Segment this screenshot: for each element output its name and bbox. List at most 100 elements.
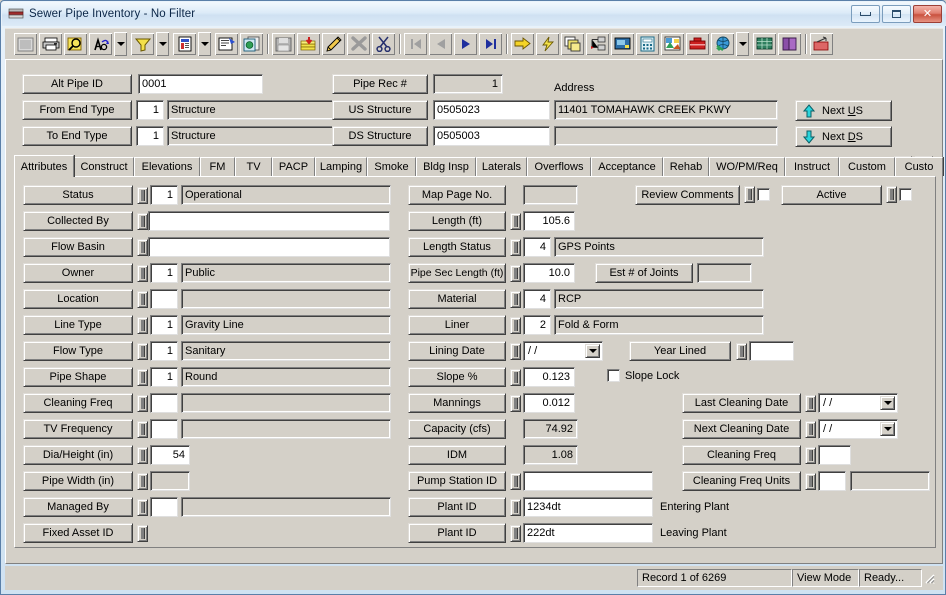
pipe-sec-length-ft-3-button[interactable]: Pipe Sec Length (ft): [408, 263, 506, 283]
ds-structure-button[interactable]: DS Structure: [332, 126, 428, 146]
managed-by-button[interactable]: Managed By: [23, 497, 133, 517]
cleaning-freq-units-spin[interactable]: [805, 473, 816, 490]
edit-pencil-icon[interactable]: [321, 32, 346, 56]
status-button[interactable]: Status: [23, 185, 133, 205]
tab-custo[interactable]: Custo: [895, 157, 943, 176]
toolbox-icon[interactable]: [685, 32, 710, 56]
lightning-icon[interactable]: [535, 32, 560, 56]
copy-record-icon[interactable]: [239, 32, 264, 56]
managed-by-spin[interactable]: [137, 499, 148, 516]
tab-custom[interactable]: Custom: [839, 157, 895, 176]
us-structure-button[interactable]: US Structure: [332, 100, 428, 120]
lining-date-6-combo[interactable]: / /: [523, 341, 603, 361]
map-page-no-0-button[interactable]: Map Page No.: [408, 185, 506, 205]
cleaning-freq-spin[interactable]: [137, 395, 148, 412]
report-dropdown-icon[interactable]: [197, 31, 212, 57]
alt-pipe-id-input[interactable]: 0001: [138, 74, 263, 94]
pipe-sec-length-ft-3-value[interactable]: 10.0: [523, 263, 575, 283]
tab-construct[interactable]: Construct: [74, 157, 134, 176]
cleaning-freq-spin[interactable]: [805, 447, 816, 464]
length-ft-1-button[interactable]: Length (ft): [408, 211, 506, 231]
line-type-button[interactable]: Line Type: [23, 315, 133, 335]
owner-spin[interactable]: [137, 265, 148, 282]
pump-station-id-11-spin[interactable]: [510, 473, 521, 490]
year-lined-value[interactable]: [749, 341, 794, 361]
chevron-down-icon[interactable]: [880, 422, 895, 436]
tab-pacp[interactable]: PACP: [272, 157, 315, 176]
tv-frequency-code[interactable]: [150, 419, 178, 439]
plant-id-13-value[interactable]: 222dt: [523, 523, 653, 543]
tab-bldg-insp[interactable]: Bldg Insp: [416, 157, 476, 176]
active-button[interactable]: Active: [781, 185, 882, 205]
next-cleaning-date-button[interactable]: Next Cleaning Date: [682, 419, 801, 439]
plant-id-12-value[interactable]: 1234dt: [523, 497, 653, 517]
tv-frequency-spin[interactable]: [137, 421, 148, 438]
minimize-button[interactable]: [851, 5, 880, 23]
last-cleaning-date-spin[interactable]: [805, 395, 816, 412]
nav-first-icon[interactable]: [403, 32, 428, 56]
pipe-width-in-button[interactable]: Pipe Width (in): [23, 471, 133, 491]
post-icon[interactable]: [296, 32, 321, 56]
pipe-sec-length-ft-3-spin[interactable]: [510, 265, 521, 282]
collected-by-spin[interactable]: [137, 213, 148, 230]
lining-date-6-spin[interactable]: [510, 343, 521, 360]
location-code[interactable]: [150, 289, 178, 309]
length-ft-1-value[interactable]: 105.6: [523, 211, 575, 231]
delete-x-icon[interactable]: [346, 32, 371, 56]
alt-pipe-id-button[interactable]: Alt Pipe ID: [22, 74, 132, 94]
year-lined-button[interactable]: Year Lined: [629, 341, 731, 361]
location-button[interactable]: Location: [23, 289, 133, 309]
liner-5-button[interactable]: Liner: [408, 315, 506, 335]
location-spin[interactable]: [137, 291, 148, 308]
filter-icon[interactable]: [130, 32, 155, 56]
flow-type-button[interactable]: Flow Type: [23, 341, 133, 361]
pipe-shape-spin[interactable]: [137, 369, 148, 386]
cut-scissors-icon[interactable]: [371, 32, 396, 56]
pipe-rec-button[interactable]: Pipe Rec #: [332, 74, 428, 94]
mannings-8-button[interactable]: Mannings: [408, 393, 506, 413]
mannings-8-value[interactable]: 0.012: [523, 393, 575, 413]
tab-elevations[interactable]: Elevations: [134, 157, 200, 176]
ds-structure-input[interactable]: 0505003: [433, 126, 550, 146]
print-icon[interactable]: [38, 32, 63, 56]
tab-instruct[interactable]: Instruct: [785, 157, 839, 176]
tv-frequency-button[interactable]: TV Frequency: [23, 419, 133, 439]
managed-by-code[interactable]: [150, 497, 178, 517]
exit-icon[interactable]: [809, 32, 834, 56]
fixed-asset-id-button[interactable]: Fixed Asset ID: [23, 523, 133, 543]
cleaning-freq-units-button[interactable]: Cleaning Freq Units: [682, 471, 801, 491]
to-end-type-code[interactable]: 1: [136, 126, 164, 146]
tab-acceptance[interactable]: Acceptance: [591, 157, 663, 176]
review-comments-button[interactable]: Review Comments: [635, 185, 740, 205]
nav-last-icon[interactable]: [478, 32, 503, 56]
maximize-button[interactable]: [882, 5, 911, 23]
est-joints-button[interactable]: Est # of Joints: [595, 263, 693, 283]
pipe-width-in-spin[interactable]: [137, 473, 148, 490]
report-icon[interactable]: [172, 32, 197, 56]
tab-rehab[interactable]: Rehab: [663, 157, 709, 176]
find-replace-icon[interactable]: [88, 32, 113, 56]
to-end-type-button[interactable]: To End Type: [22, 126, 132, 146]
tab-wo-pm-req[interactable]: WO/PM/Req: [709, 157, 785, 176]
flow-basin-value[interactable]: [148, 237, 390, 257]
last-cleaning-date-combo[interactable]: / /: [818, 393, 898, 413]
tab-lamping[interactable]: Lamping: [315, 157, 367, 176]
capacity-cfs-9-button[interactable]: Capacity (cfs): [408, 419, 506, 439]
flow-basin-spin[interactable]: [137, 239, 148, 256]
review-comments-spin[interactable]: [744, 186, 755, 203]
plant-id-12-spin[interactable]: [510, 499, 521, 516]
length-status-2-code[interactable]: 4: [523, 237, 551, 257]
owner-button[interactable]: Owner: [23, 263, 133, 283]
tab-attributes[interactable]: Attributes: [14, 155, 74, 177]
properties-icon[interactable]: [214, 32, 239, 56]
material-4-code[interactable]: 4: [523, 289, 551, 309]
pipe-shape-code[interactable]: 1: [150, 367, 178, 387]
material-4-button[interactable]: Material: [408, 289, 506, 309]
hierarchy-icon[interactable]: [585, 32, 610, 56]
idm-10-button[interactable]: IDM: [408, 445, 506, 465]
save-icon[interactable]: [271, 32, 296, 56]
flow-type-spin[interactable]: [137, 343, 148, 360]
dia-height-in-spin[interactable]: [137, 447, 148, 464]
status-code[interactable]: 1: [150, 185, 178, 205]
collected-by-value[interactable]: [148, 211, 390, 231]
